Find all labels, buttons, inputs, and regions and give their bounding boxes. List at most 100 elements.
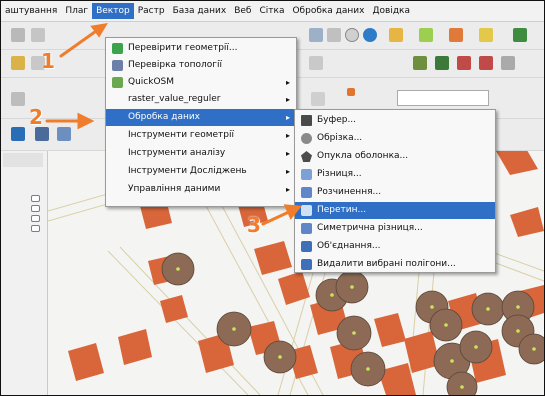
menu-item-quickosm[interactable]: QuickOSM ▸ [106, 74, 296, 91]
tool-icon[interactable] [11, 92, 25, 106]
menu-item-clip[interactable]: Обрізка... [295, 130, 495, 147]
submenu-arrow-icon: ▸ [285, 113, 290, 122]
layers-icon[interactable] [11, 127, 25, 141]
union-icon [301, 241, 312, 252]
submenu-arrow-icon: ▸ [285, 185, 290, 194]
dissolve-icon [301, 187, 312, 198]
step2-label: 2 [29, 105, 43, 129]
menu-item-label: Симетрична різниця... [317, 223, 423, 233]
step3-label: 3 [247, 213, 261, 237]
layer-checkbox[interactable] [31, 215, 40, 222]
tool-icon[interactable] [31, 28, 45, 42]
menu-item-sym-difference[interactable]: Симетрична різниця... [295, 220, 495, 237]
layer-checkbox[interactable] [31, 205, 40, 212]
layer-checkbox[interactable] [31, 225, 40, 232]
select-value-icon[interactable] [419, 28, 433, 42]
tool-icon[interactable] [479, 56, 493, 70]
menu-item-geometry-tools[interactable]: Інструменти геометрії ▸ [106, 127, 296, 144]
submenu-arrow-icon: ▸ [285, 95, 290, 104]
print-icon[interactable] [35, 127, 49, 141]
tool-icon[interactable] [457, 56, 471, 70]
submenu-arrow-icon: ▸ [285, 78, 290, 87]
difference-icon [301, 169, 312, 180]
tool-icon[interactable] [347, 88, 355, 96]
menu-database[interactable]: База даних [169, 3, 231, 19]
submenu-arrow-icon: ▸ [285, 131, 290, 140]
layer-checkbox[interactable] [31, 195, 40, 202]
menu-item-difference[interactable]: Різниця... [295, 166, 495, 183]
menu-plugins[interactable]: Плаг [61, 3, 92, 19]
clock-icon[interactable] [345, 28, 359, 42]
menu-item-label: Обрізка... [317, 133, 363, 143]
scale-combo[interactable] [397, 90, 489, 106]
menu-item-intersection[interactable]: Перетин... [295, 202, 495, 219]
menu-item-geoprocessing[interactable]: Обробка даних ▸ [106, 109, 296, 126]
tool-icon[interactable] [501, 56, 515, 70]
topology-icon [112, 60, 123, 71]
buffer-icon [301, 115, 312, 126]
refresh-icon[interactable] [363, 28, 377, 42]
submenu-arrow-icon: ▸ [285, 167, 290, 176]
menu-item-topology[interactable]: Перевірка топології [106, 57, 296, 74]
menu-item-analysis-tools[interactable]: Інструменти аналізу ▸ [106, 145, 296, 162]
intersection-icon [301, 205, 312, 216]
menu-item-data-management[interactable]: Управління даними ▸ [106, 181, 296, 198]
menu-web[interactable]: Веб [230, 3, 255, 19]
step1-label: 1 [41, 49, 55, 73]
submenu-arrow-icon: ▸ [285, 149, 290, 158]
menu-item-label: Управління даними [128, 184, 221, 194]
menu-item-dissolve[interactable]: Розчинення... [295, 184, 495, 201]
layers-panel [1, 151, 48, 395]
menu-item-label: Опукла оболонка... [317, 151, 409, 161]
tool-icon[interactable] [309, 56, 323, 70]
menu-raster[interactable]: Растр [134, 3, 169, 19]
eliminate-icon [301, 259, 312, 270]
geoprocessing-submenu: Буфер... Обрізка... Опукла оболонка... Р… [294, 109, 496, 273]
tool-icon[interactable] [435, 56, 449, 70]
menu-item-buffer[interactable]: Буфер... [295, 112, 495, 129]
menu-item-label: Обробка даних [128, 112, 201, 122]
menu-mesh[interactable]: Сітка [255, 3, 288, 19]
menu-item-label: Інструменти аналізу [128, 148, 226, 158]
menu-item-eliminate[interactable]: Видалити вибрані полігони... [295, 256, 495, 273]
menu-item-label: raster_value_reguler [128, 94, 221, 104]
menu-vector[interactable]: Вектор [92, 3, 134, 19]
menu-settings[interactable]: аштування [1, 3, 61, 19]
sym-difference-icon [301, 223, 312, 234]
menu-item-label: Інструменти геометрії [128, 130, 234, 140]
plugin-icon[interactable] [513, 28, 527, 42]
field-calc-icon[interactable] [479, 28, 493, 42]
deselect-icon[interactable] [449, 28, 463, 42]
menu-item-label: Перетин... [317, 205, 367, 215]
menu-item-label: Розчинення... [317, 187, 382, 197]
menu-help[interactable]: Довідка [368, 3, 414, 19]
select-icon[interactable] [389, 28, 403, 42]
qgis-window: аштування Плаг Вектор Растр База даних В… [0, 0, 545, 396]
menu-processing[interactable]: Обробка даних [288, 3, 368, 19]
menu-item-union[interactable]: Об'єднання... [295, 238, 495, 255]
menu-item-label: Перевірка топології [128, 60, 223, 70]
pencil-icon[interactable] [11, 56, 25, 70]
menu-item-convex-hull[interactable]: Опукла оболонка... [295, 148, 495, 165]
clip-icon [301, 133, 312, 144]
tool-icon[interactable] [11, 28, 25, 42]
menu-item-research-tools[interactable]: Інструменти Досліджень ▸ [106, 163, 296, 180]
layer-icon[interactable] [327, 28, 341, 42]
menu-item-raster-value[interactable]: raster_value_reguler ▸ [106, 91, 296, 108]
menu-item-label: QuickOSM [128, 77, 175, 87]
save-edits-icon[interactable] [309, 28, 323, 42]
menu-item-label: Інструменти Досліджень [128, 166, 247, 176]
tool-icon[interactable] [311, 92, 325, 106]
vector-menu: Перевірити геометрії... Перевірка тополо… [105, 37, 297, 207]
tool-icon[interactable] [57, 127, 71, 141]
menu-item-label: Видалити вибрані полігони... [317, 259, 456, 269]
quickosm-icon [112, 77, 123, 88]
menu-item-label: Буфер... [317, 115, 357, 125]
menu-item-label: Перевірити геометрії... [128, 43, 238, 53]
menu-item-label: Об'єднання... [317, 241, 381, 251]
panel-header [3, 153, 43, 167]
menu-item-check-geometry[interactable]: Перевірити геометрії... [106, 40, 296, 57]
tool-icon[interactable] [413, 56, 427, 70]
convex-hull-icon [301, 151, 312, 162]
menu-item-label: Різниця... [317, 169, 362, 179]
